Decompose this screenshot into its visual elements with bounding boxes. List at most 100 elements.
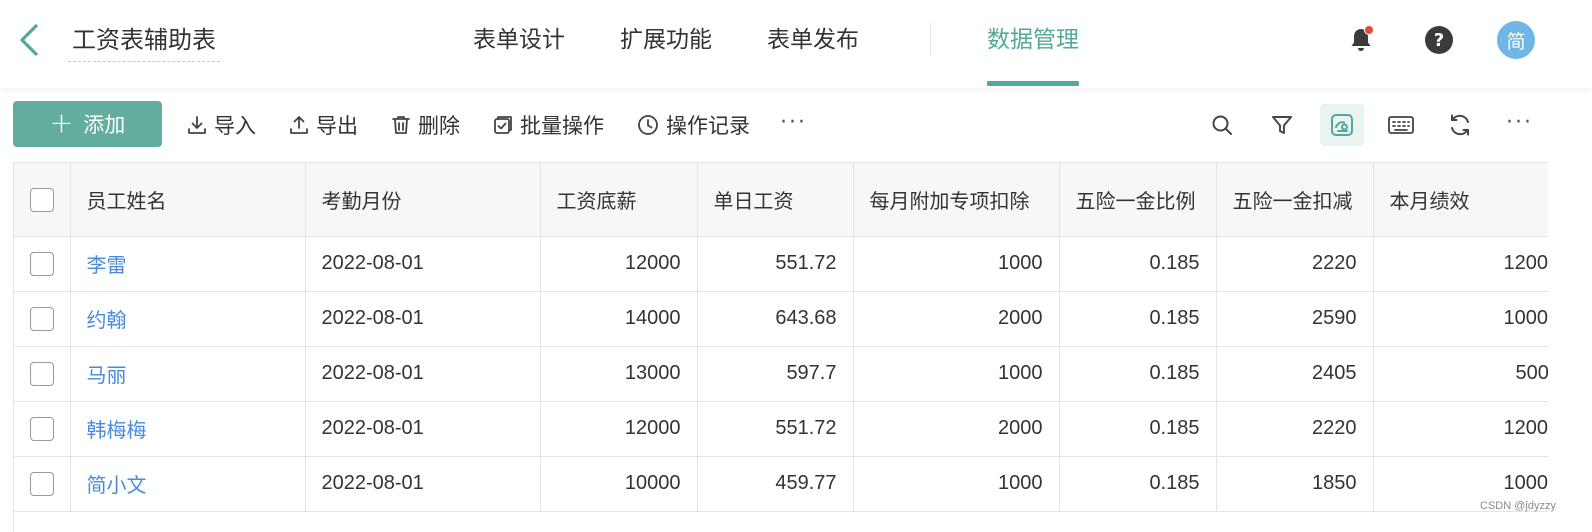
insurance-ratio-cell: 0.185 <box>1059 236 1217 292</box>
data-table: 员工姓名 考勤月份 工资底薪 单日工资 每月附加专项扣除 五险一金比例 五险一金… <box>13 162 1548 532</box>
import-label: 导入 <box>214 114 256 138</box>
batch-check-icon <box>494 116 512 134</box>
attendance-month-cell: 2022-08-01 <box>305 236 541 292</box>
attendance-month-cell: 2022-08-01 <box>305 291 541 347</box>
delete-button[interactable]: 删除 <box>390 108 460 142</box>
import-button[interactable]: 导入 <box>186 108 256 142</box>
search-icon[interactable] <box>1200 104 1244 146</box>
insurance-deduction-cell: 2590 <box>1216 291 1374 347</box>
trash-icon <box>392 116 410 134</box>
watermark: CSDN @jdyzzy <box>1480 500 1556 512</box>
insurance-deduction-cell: 2220 <box>1216 236 1374 292</box>
employee-name-link[interactable]: 李雷 <box>70 236 306 292</box>
header-checkbox-cell <box>14 163 71 237</box>
operation-log-label: 操作记录 <box>666 114 750 138</box>
base-salary-cell: 13000 <box>540 346 698 402</box>
notification-badge <box>1364 25 1374 35</box>
insurance-ratio-cell: 0.185 <box>1059 346 1217 402</box>
special-deduction-cell: 1000 <box>853 346 1060 402</box>
nav-divider <box>930 23 931 55</box>
avatar[interactable]: 简 <box>1497 21 1535 59</box>
daily-wage-cell: 551.72 <box>697 401 854 457</box>
table-header-row: 员工姓名 考勤月份 工资底薪 单日工资 每月附加专项扣除 五险一金比例 五险一金… <box>14 163 1548 237</box>
special-deduction-cell: 2000 <box>853 401 1060 457</box>
upload-icon <box>290 116 308 134</box>
column-header[interactable]: 每月附加专项扣除 <box>853 163 1060 237</box>
employee-name-link[interactable]: 马丽 <box>70 346 306 402</box>
plus-icon: + <box>49 105 74 139</box>
base-salary-cell: 12000 <box>540 401 698 457</box>
table-row[interactable]: 韩梅梅 2022-08-01 12000 551.72 2000 0.185 2… <box>14 401 1548 457</box>
add-button[interactable]: + 添加 <box>13 101 162 147</box>
app-title[interactable]: 工资表辅助表 <box>68 22 220 62</box>
insurance-ratio-cell: 0.185 <box>1059 401 1217 457</box>
performance-cell: 1200 <box>1373 236 1548 292</box>
app-header: 工资表辅助表 表单设计 扩展功能 表单发布 数据管理 ? 简 <box>0 0 1592 88</box>
back-icon[interactable] <box>14 20 44 60</box>
insurance-deduction-cell: 1850 <box>1216 456 1374 512</box>
help-icon[interactable]: ? <box>1421 22 1457 58</box>
insurance-deduction-cell: 2405 <box>1216 346 1374 402</box>
add-button-label: 添加 <box>83 113 126 137</box>
row-checkbox-cell <box>14 291 71 347</box>
column-header[interactable]: 单日工资 <box>697 163 854 237</box>
performance-cell: 1000 <box>1373 291 1548 347</box>
filter-icon[interactable] <box>1260 104 1304 146</box>
tab-data-management[interactable]: 数据管理 <box>987 0 1079 86</box>
row-checkbox[interactable] <box>29 306 54 331</box>
export-button[interactable]: 导出 <box>288 108 358 142</box>
base-salary-cell: 12000 <box>540 236 698 292</box>
column-header[interactable]: 员工姓名 <box>70 163 306 237</box>
column-header[interactable]: 工资底薪 <box>540 163 698 237</box>
table-row[interactable]: 李雷 2022-08-01 12000 551.72 1000 0.185 22… <box>14 236 1548 292</box>
bell-icon[interactable] <box>1343 22 1379 58</box>
row-checkbox[interactable] <box>29 471 54 496</box>
special-deduction-cell: 1000 <box>853 456 1060 512</box>
base-salary-cell: 14000 <box>540 291 698 347</box>
column-header[interactable]: 本月绩效 <box>1373 163 1548 237</box>
download-icon <box>188 116 206 134</box>
employee-name-link[interactable]: 简小文 <box>70 456 306 512</box>
row-checkbox[interactable] <box>29 251 54 276</box>
special-deduction-cell: 1000 <box>853 236 1060 292</box>
row-checkbox[interactable] <box>29 416 54 441</box>
insurance-ratio-cell: 0.185 <box>1059 456 1217 512</box>
row-checkbox[interactable] <box>29 361 54 386</box>
table-row[interactable]: 简小文 2022-08-01 10000 459.77 1000 0.185 1… <box>14 456 1548 512</box>
column-header[interactable]: 五险一金比例 <box>1059 163 1217 237</box>
tab-extensions[interactable]: 扩展功能 <box>620 0 712 86</box>
select-all-checkbox[interactable] <box>29 188 54 212</box>
row-checkbox-cell <box>14 401 71 457</box>
column-header[interactable]: 五险一金扣减 <box>1216 163 1374 237</box>
special-deduction-cell: 2000 <box>853 291 1060 347</box>
delete-label: 删除 <box>418 114 460 138</box>
operation-log-button[interactable]: 操作记录 <box>636 108 750 142</box>
column-header[interactable]: 考勤月份 <box>305 163 541 237</box>
insurance-ratio-cell: 0.185 <box>1059 291 1217 347</box>
daily-wage-cell: 597.7 <box>697 346 854 402</box>
refresh-icon[interactable] <box>1438 104 1482 146</box>
tab-form-design[interactable]: 表单设计 <box>473 0 565 86</box>
keyboard-icon[interactable] <box>1379 104 1423 146</box>
insurance-deduction-cell: 2220 <box>1216 401 1374 457</box>
batch-operation-button[interactable]: 批量操作 <box>492 108 604 142</box>
performance-cell: 500 <box>1373 346 1548 402</box>
row-checkbox-cell <box>14 346 71 402</box>
daily-wage-cell: 459.77 <box>697 456 854 512</box>
export-label: 导出 <box>316 114 358 138</box>
view-mode-icon[interactable] <box>1320 104 1364 146</box>
attendance-month-cell: 2022-08-01 <box>305 346 541 402</box>
tab-form-publish[interactable]: 表单发布 <box>767 0 859 86</box>
base-salary-cell: 10000 <box>540 456 698 512</box>
employee-name-link[interactable]: 约翰 <box>70 291 306 347</box>
more-actions-icon[interactable]: ··· <box>780 108 807 142</box>
table-row[interactable]: 马丽 2022-08-01 13000 597.7 1000 0.185 240… <box>14 346 1548 402</box>
view-more-icon[interactable]: ··· <box>1506 108 1533 142</box>
table-row[interactable]: 约翰 2022-08-01 14000 643.68 2000 0.185 25… <box>14 291 1548 347</box>
help-mark: ? <box>1425 26 1453 54</box>
performance-cell: 1200 <box>1373 401 1548 457</box>
row-checkbox-cell <box>14 456 71 512</box>
attendance-month-cell: 2022-08-01 <box>305 456 541 512</box>
clock-icon <box>638 115 658 135</box>
employee-name-link[interactable]: 韩梅梅 <box>70 401 306 457</box>
